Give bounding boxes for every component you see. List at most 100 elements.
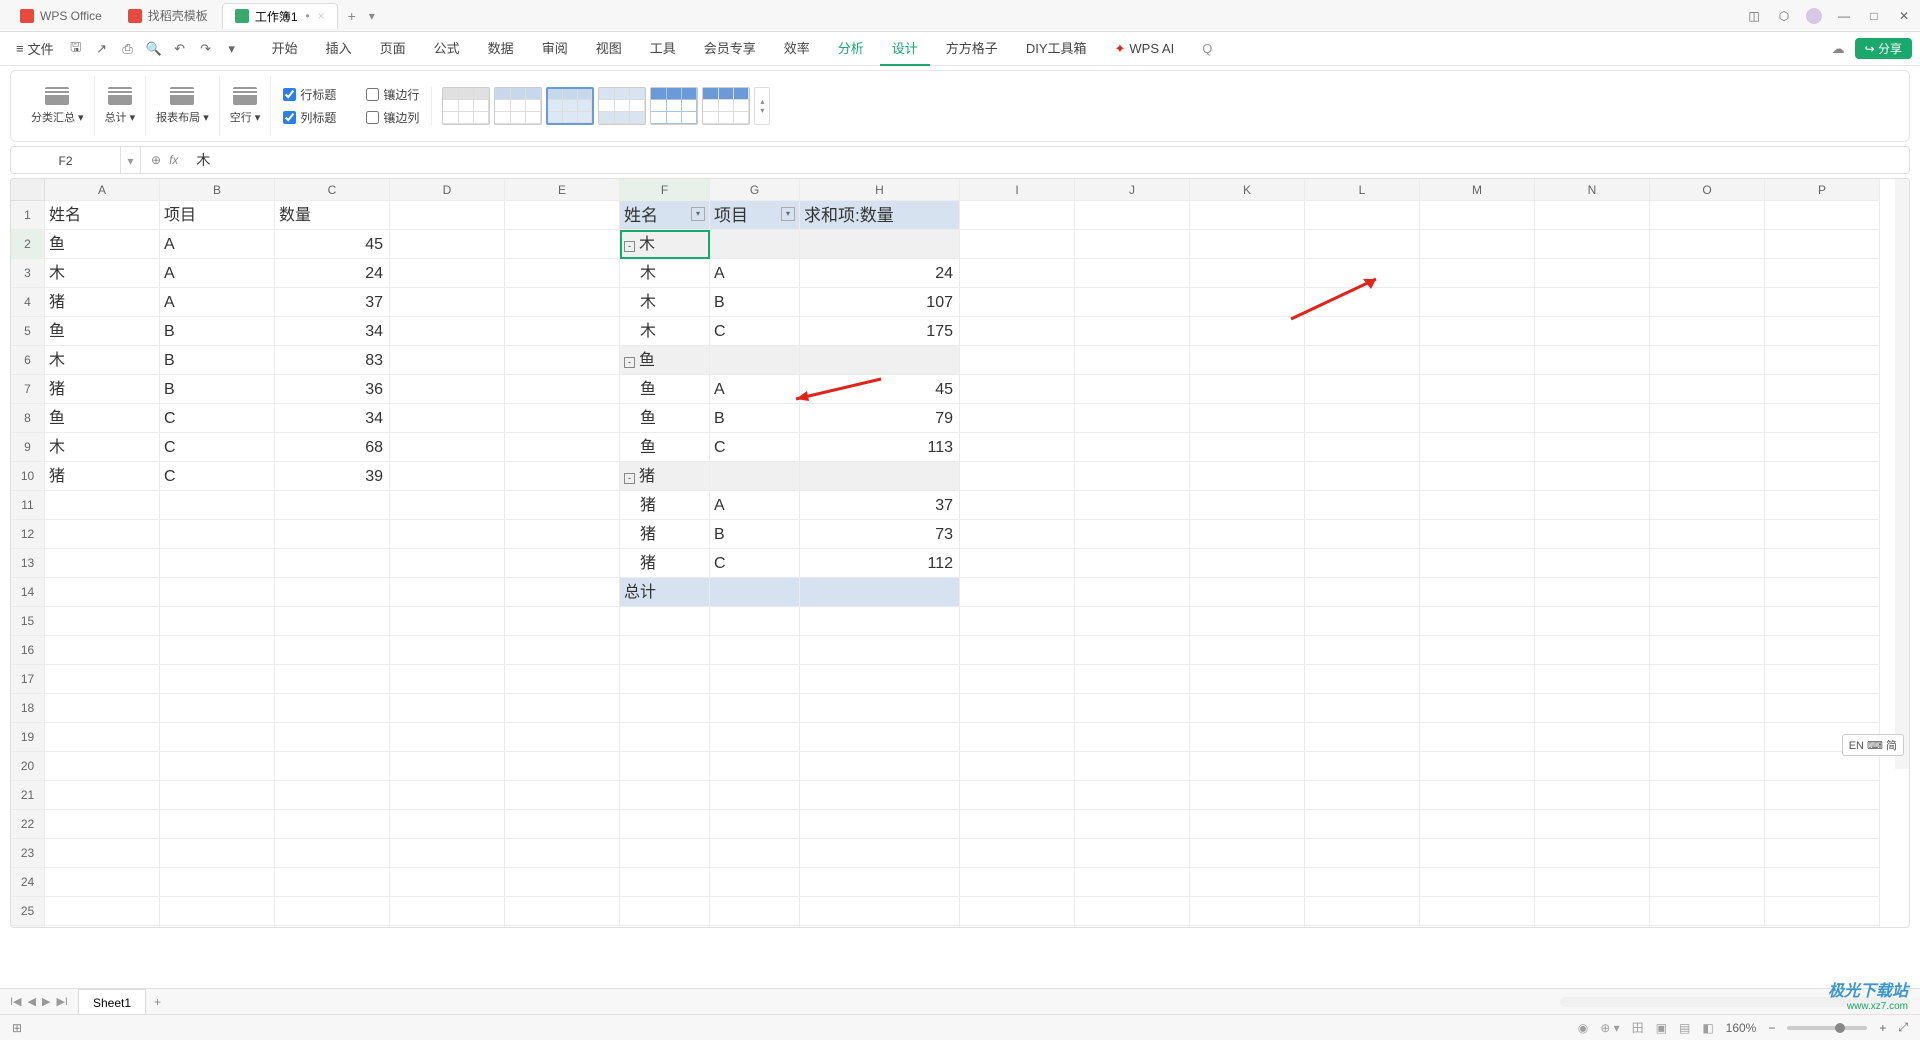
- zoom-value[interactable]: 160%: [1726, 1021, 1757, 1035]
- cell-E6[interactable]: [505, 346, 620, 375]
- cell-C24[interactable]: [275, 868, 390, 897]
- cell-J18[interactable]: [1075, 694, 1190, 723]
- cell-L7[interactable]: [1305, 375, 1420, 404]
- cell-D2[interactable]: [390, 230, 505, 259]
- cell-A15[interactable]: [45, 607, 160, 636]
- cell-D22[interactable]: [390, 810, 505, 839]
- cell-B24[interactable]: [160, 868, 275, 897]
- cell-B16[interactable]: [160, 636, 275, 665]
- row-header-24[interactable]: 24: [11, 868, 45, 897]
- cell-D23[interactable]: [390, 839, 505, 868]
- cell-A6[interactable]: 木: [45, 346, 160, 375]
- cell-I15[interactable]: [960, 607, 1075, 636]
- cell-N16[interactable]: [1535, 636, 1650, 665]
- cell-C18[interactable]: [275, 694, 390, 723]
- cell-O13[interactable]: [1650, 549, 1765, 578]
- cell-E21[interactable]: [505, 781, 620, 810]
- cell-N13[interactable]: [1535, 549, 1650, 578]
- cell-K18[interactable]: [1190, 694, 1305, 723]
- cell-J8[interactable]: [1075, 404, 1190, 433]
- cell-A11[interactable]: [45, 491, 160, 520]
- cell-E20[interactable]: [505, 752, 620, 781]
- cell-E26[interactable]: [505, 926, 620, 928]
- cell-H6[interactable]: [800, 346, 960, 375]
- export-icon[interactable]: ↗: [94, 41, 110, 57]
- cell-L12[interactable]: [1305, 520, 1420, 549]
- new-tab-button[interactable]: +: [340, 8, 364, 24]
- cell-H7[interactable]: 45: [800, 375, 960, 404]
- tab-view[interactable]: 视图: [584, 32, 634, 66]
- cell-H22[interactable]: [800, 810, 960, 839]
- cell-P17[interactable]: [1765, 665, 1880, 694]
- row-header-5[interactable]: 5: [11, 317, 45, 346]
- row-header-22[interactable]: 22: [11, 810, 45, 839]
- cell-F11[interactable]: 猪: [620, 491, 710, 520]
- cell-K14[interactable]: [1190, 578, 1305, 607]
- cell-F9[interactable]: 鱼: [620, 433, 710, 462]
- sheet-tab-1[interactable]: Sheet1: [78, 989, 146, 1015]
- row-header-21[interactable]: 21: [11, 781, 45, 810]
- cell-G18[interactable]: [710, 694, 800, 723]
- cell-L8[interactable]: [1305, 404, 1420, 433]
- cell-N2[interactable]: [1535, 230, 1650, 259]
- cell-D12[interactable]: [390, 520, 505, 549]
- cell-E1[interactable]: [505, 201, 620, 230]
- cell-D5[interactable]: [390, 317, 505, 346]
- view-read-icon[interactable]: ▤: [1679, 1021, 1690, 1035]
- cell-H18[interactable]: [800, 694, 960, 723]
- cell-O5[interactable]: [1650, 317, 1765, 346]
- cell-P9[interactable]: [1765, 433, 1880, 462]
- zoom-out-icon[interactable]: −: [1768, 1021, 1775, 1035]
- tab-dropdown-icon[interactable]: ▾: [364, 9, 380, 23]
- cell-F15[interactable]: [620, 607, 710, 636]
- cell-D10[interactable]: [390, 462, 505, 491]
- cell-K3[interactable]: [1190, 259, 1305, 288]
- cell-P2[interactable]: [1765, 230, 1880, 259]
- cell-P20[interactable]: [1765, 752, 1880, 781]
- cell-B25[interactable]: [160, 897, 275, 926]
- cell-L6[interactable]: [1305, 346, 1420, 375]
- cell-K4[interactable]: [1190, 288, 1305, 317]
- cell-I6[interactable]: [960, 346, 1075, 375]
- tab-template[interactable]: 找稻壳模板: [116, 3, 220, 29]
- cell-H12[interactable]: 73: [800, 520, 960, 549]
- cell-N15[interactable]: [1535, 607, 1650, 636]
- cell-A16[interactable]: [45, 636, 160, 665]
- cell-J11[interactable]: [1075, 491, 1190, 520]
- cell-M14[interactable]: [1420, 578, 1535, 607]
- cell-C8[interactable]: 34: [275, 404, 390, 433]
- cell-G11[interactable]: A: [710, 491, 800, 520]
- cell-E15[interactable]: [505, 607, 620, 636]
- cell-F7[interactable]: 鱼: [620, 375, 710, 404]
- tab-data[interactable]: 数据: [476, 32, 526, 66]
- cloud-icon[interactable]: ☁: [1832, 41, 1845, 57]
- cell-N18[interactable]: [1535, 694, 1650, 723]
- view-page-icon[interactable]: ▣: [1656, 1021, 1667, 1035]
- chk-col-header[interactable]: 列标题: [283, 109, 336, 126]
- cell-C26[interactable]: [275, 926, 390, 928]
- cell-H9[interactable]: 113: [800, 433, 960, 462]
- col-header-I[interactable]: I: [960, 179, 1075, 201]
- cell-A7[interactable]: 猪: [45, 375, 160, 404]
- zoom-formula-icon[interactable]: ⊕: [151, 153, 161, 167]
- col-header-O[interactable]: O: [1650, 179, 1765, 201]
- cell-F25[interactable]: [620, 897, 710, 926]
- row-header-6[interactable]: 6: [11, 346, 45, 375]
- cell-A22[interactable]: [45, 810, 160, 839]
- row-header-3[interactable]: 3: [11, 259, 45, 288]
- cell-F6[interactable]: -鱼: [620, 346, 710, 375]
- cell-M20[interactable]: [1420, 752, 1535, 781]
- cell-H20[interactable]: [800, 752, 960, 781]
- cell-K23[interactable]: [1190, 839, 1305, 868]
- cell-E13[interactable]: [505, 549, 620, 578]
- cell-N17[interactable]: [1535, 665, 1650, 694]
- cell-J26[interactable]: [1075, 926, 1190, 928]
- cell-K16[interactable]: [1190, 636, 1305, 665]
- cell-I5[interactable]: [960, 317, 1075, 346]
- cell-B7[interactable]: B: [160, 375, 275, 404]
- cell-I10[interactable]: [960, 462, 1075, 491]
- cell-A1[interactable]: 姓名: [45, 201, 160, 230]
- tab-page[interactable]: 页面: [368, 32, 418, 66]
- col-header-E[interactable]: E: [505, 179, 620, 201]
- cell-D11[interactable]: [390, 491, 505, 520]
